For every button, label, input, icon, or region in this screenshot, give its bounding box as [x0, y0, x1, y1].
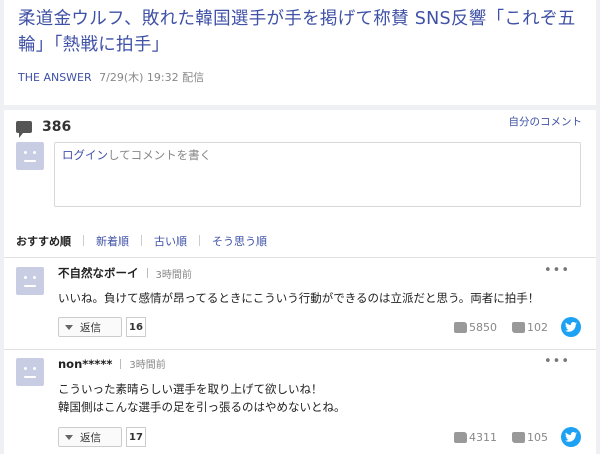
comments-section: 386 自分のコメント ログインしてコメントを書く おすすめ順 新着順 古い順 … — [4, 110, 596, 454]
thumbs-down-icon — [512, 432, 525, 443]
comment-text-line: 韓国側はこんな選手の足を引っ張るのはやめないとね。 — [58, 400, 346, 414]
avatar — [16, 358, 44, 386]
like-count: 5850 — [469, 321, 497, 334]
tab-newest[interactable]: 新着順 — [90, 233, 135, 249]
login-link[interactable]: ログイン — [62, 148, 108, 162]
tab-oldest[interactable]: 古い順 — [148, 233, 193, 249]
comment-author[interactable]: 不自然なボーイ — [58, 265, 139, 281]
dislike-button[interactable]: 102 — [512, 321, 548, 334]
comment-author[interactable]: non***** — [58, 357, 112, 371]
article-source[interactable]: THE ANSWER — [18, 71, 92, 84]
dislike-count: 105 — [527, 431, 548, 444]
comment-header: 不自然なボーイ 3時間前 — [58, 265, 192, 281]
comment-item: non***** 3時間前 ••• こういった素晴らしい選手を取り上げて欲しいね… — [4, 350, 596, 454]
more-options-icon[interactable]: ••• — [544, 263, 570, 278]
chevron-down-icon — [65, 434, 73, 440]
article-header: 柔道金ウルフ、敗れた韓国選手が手を掲げて称賛 SNS反響「これぞ五輪」「熱戦に拍… — [4, 0, 596, 105]
tab-recommended[interactable]: おすすめ順 — [16, 233, 77, 249]
my-comments-link[interactable]: 自分のコメント — [509, 114, 583, 129]
comment-text-line: こういった素晴らしい選手を取り上げて欲しいね！ — [58, 382, 323, 396]
comment-count-row: 386 — [16, 118, 72, 138]
more-options-icon[interactable]: ••• — [544, 354, 570, 369]
comment-input[interactable]: ログインしてコメントを書く — [54, 142, 581, 207]
dislike-count: 102 — [527, 321, 548, 334]
thumbs-down-icon — [512, 322, 525, 333]
reply-button[interactable]: 返信 — [58, 427, 122, 447]
like-button[interactable]: 5850 — [454, 321, 497, 334]
comment-text: いいね。負けて感情が昂ってるときにこういう行動ができるのは立派だと思う。両者に拍… — [58, 289, 539, 307]
comment-bubble-icon — [16, 121, 32, 138]
sort-tabs: おすすめ順 新着順 古い順 そう思う順 — [4, 224, 596, 258]
avatar — [16, 267, 44, 295]
thumbs-up-icon — [454, 322, 467, 333]
thumbs-up-icon — [454, 432, 467, 443]
twitter-share-icon[interactable] — [561, 317, 581, 337]
article-headline[interactable]: 柔道金ウルフ、敗れた韓国選手が手を掲げて称賛 SNS反響「これぞ五輪」「熱戦に拍… — [18, 6, 584, 58]
like-count: 4311 — [469, 431, 497, 444]
reply-button[interactable]: 返信 — [58, 317, 122, 337]
comment-time: 3時間前 — [129, 360, 166, 371]
comment-time: 3時間前 — [155, 269, 192, 281]
reply-count: 16 — [126, 317, 146, 337]
divider — [199, 235, 200, 246]
chevron-down-icon — [65, 324, 73, 330]
twitter-share-icon[interactable] — [561, 427, 581, 447]
divider — [141, 235, 142, 246]
comment-header: non***** 3時間前 — [58, 356, 166, 372]
divider — [146, 268, 148, 278]
reply-count: 17 — [126, 427, 146, 447]
comment-text: こういった素晴らしい選手を取り上げて欲しいね！ 韓国側はこんな選手の足を引っ張る… — [58, 380, 346, 416]
like-button[interactable]: 4311 — [454, 431, 497, 444]
avatar — [16, 142, 44, 170]
divider — [120, 358, 122, 369]
comment-item: 不自然なボーイ 3時間前 ••• いいね。負けて感情が昂ってるときにこういう行動… — [4, 259, 596, 349]
reply-label: 返信 — [80, 431, 101, 444]
article-byline: THE ANSWER 7/29(木) 19:32 配信 — [18, 69, 204, 85]
comment-text-line: いいね。負けて感情が昂ってるときにこういう行動ができるのは立派だと思う。両者に拍… — [58, 291, 540, 305]
article-datetime: 7/29(木) 19:32 配信 — [99, 71, 205, 84]
comment-count: 386 — [42, 119, 72, 135]
reply-label: 返信 — [80, 321, 101, 334]
dislike-button[interactable]: 105 — [512, 431, 548, 444]
login-prompt-text: してコメントを書く — [108, 148, 212, 162]
divider — [83, 235, 84, 246]
tab-agree[interactable]: そう思う順 — [206, 233, 273, 249]
